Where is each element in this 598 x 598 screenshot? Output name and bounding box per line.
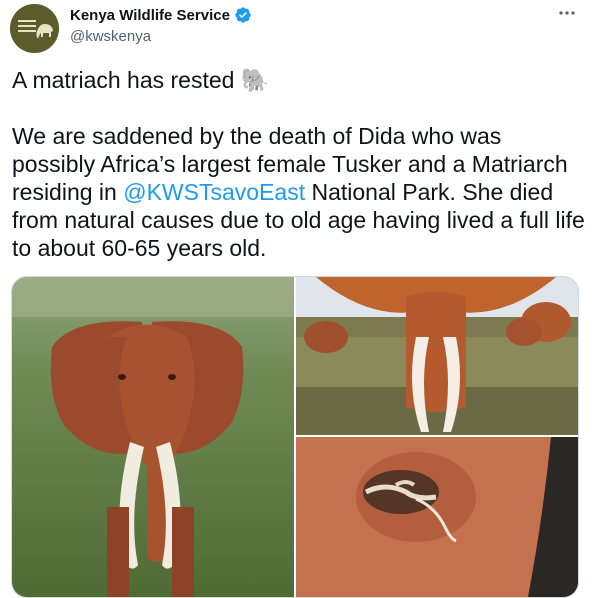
elephant-remains-aerial-photo[interactable]: [296, 437, 578, 597]
tweet-line-1: A matriach has rested 🐘: [12, 67, 270, 93]
kws-logo-icon: [10, 4, 59, 53]
avatar[interactable]: [10, 4, 59, 53]
verified-badge-icon: [235, 7, 251, 23]
media-grid: [11, 276, 579, 598]
elephant-dida-portrait-photo[interactable]: [12, 277, 294, 597]
elephant-herd-closeup-photo[interactable]: [296, 277, 578, 435]
account-display-name[interactable]: Kenya Wildlife Service: [70, 7, 230, 24]
more-dots-glyph: [559, 11, 575, 15]
tweet-text: A matriach has rested 🐘 We are saddened …: [12, 66, 587, 262]
more-options-icon[interactable]: [556, 2, 578, 24]
account-handle[interactable]: @kwskenya: [70, 28, 151, 45]
account-name-row: Kenya Wildlife Service: [70, 6, 252, 24]
tweet-body: We are saddened by the death of Dida who…: [12, 123, 585, 261]
mention-link[interactable]: @KWSTsavoEast: [123, 179, 305, 205]
elephant-emoji-icon: 🐘: [240, 67, 270, 93]
